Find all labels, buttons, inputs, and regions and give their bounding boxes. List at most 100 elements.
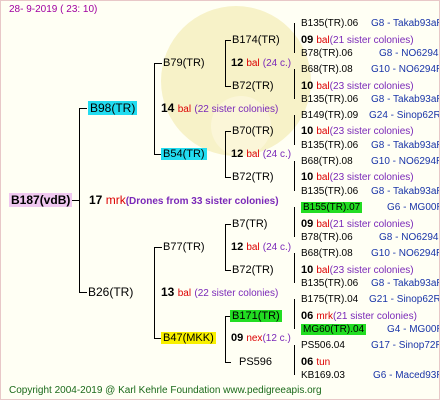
gen4-code: G8 - NO6294R	[379, 232, 440, 243]
gen4-code: G6 - Maced93R	[373, 370, 440, 381]
queen-b72-b[interactable]: B72(TR)	[232, 170, 274, 184]
gen4-row[interactable]: B68(TR).08	[301, 63, 353, 77]
gen3-b2-label: B72(TR)	[232, 171, 274, 183]
queen-b72-c[interactable]: B72(TR)	[232, 263, 274, 277]
gen4-row[interactable]: B68(TR).08	[301, 155, 353, 169]
gen3-d2-label: PS596	[239, 356, 273, 368]
connector	[225, 40, 226, 87]
date-stamp: 28- 9-2019 ( 23: 10)	[9, 4, 98, 15]
gen4-row[interactable]: B135(TR).06	[301, 17, 358, 31]
gen2-a-label: B79(TR)	[163, 57, 205, 69]
gen3-c2-note: (23 sister colonies)	[329, 265, 414, 276]
gen1-top-note: (22 sister colonies)	[194, 104, 279, 115]
connector	[79, 108, 87, 109]
gen4-label: B68(TR).08	[301, 248, 353, 259]
gen3-a2-num: 10	[301, 80, 314, 92]
gen4-label: B135(TR).06	[301, 94, 359, 105]
gen4-row[interactable]: PS506.04	[301, 339, 345, 353]
gen4-row[interactable]: B135(TR).06	[301, 93, 358, 107]
gen4-row[interactable]: B175(TR).04	[301, 293, 358, 307]
gen1-bot-info: 13 bal (22 sister colonies)	[161, 285, 278, 301]
gen4-code: G8 - Takab93aR	[371, 94, 440, 105]
gen2-b-num: 12	[231, 148, 244, 160]
connector	[79, 292, 87, 293]
gen2-d-note: (12 c.)	[262, 333, 291, 344]
gen3-d1-num: 06	[301, 310, 314, 322]
gen2-c-note: (24 c.)	[262, 242, 292, 253]
gen3-c2-label: B72(TR)	[232, 264, 274, 276]
connector	[294, 299, 295, 329]
gen2-b-note: (24 c.)	[262, 149, 292, 160]
gen4-row[interactable]: B155(TR).07	[301, 201, 363, 215]
gen1-bot-mark: bal	[177, 288, 192, 299]
gen3-d1-info: 06 mrk(21 sister colonies)	[301, 309, 417, 324]
gen4-code: G4 - MG00R	[387, 324, 440, 335]
gen2-d-label: B47(MKK)	[161, 332, 216, 344]
copyright-footer: Copyright 2004-2019 @ Karl Kehrle Founda…	[9, 385, 322, 396]
queen-b98[interactable]: B98(TR)	[88, 101, 138, 115]
gen4-code: G17 - Sinop72R	[371, 340, 440, 351]
connector	[225, 177, 231, 178]
gen3-a1-info: 09 bal(21 sister colonies)	[301, 33, 414, 48]
gen2-b-info: 12 bal (24 c.)	[231, 147, 291, 162]
gen4-code: G8 - NO6294R	[379, 48, 440, 59]
gen3-b1-note: (23 sister colonies)	[329, 126, 414, 137]
gen3-c1-info: 09 bal(21 sister colonies)	[301, 217, 414, 232]
connector	[294, 345, 295, 375]
gen3-a1-mark: bal	[316, 35, 330, 46]
gen4-row[interactable]: B78(TR).06	[301, 231, 353, 245]
gen3-b1-info: 10 bal(23 sister colonies)	[301, 124, 414, 139]
gen4-row[interactable]: B135(TR).06	[301, 139, 358, 153]
gen4-label: B135(TR).06	[301, 140, 359, 151]
queen-b174[interactable]: B174(TR)	[232, 33, 280, 47]
gen4-row[interactable]: B68(TR).08	[301, 247, 353, 261]
connector	[154, 63, 162, 64]
gen4-label: B149(TR).09	[301, 110, 359, 121]
gen4-row[interactable]: MG60(TR).04	[301, 323, 367, 337]
gen3-b1-mark: bal	[316, 126, 330, 137]
gen4-row[interactable]: B135(TR).06	[301, 185, 358, 199]
gen3-b2-note: (23 sister colonies)	[329, 172, 414, 183]
root-queen[interactable]: B187(vdB)	[9, 193, 73, 207]
queen-b171[interactable]: B171(TR)	[230, 309, 282, 323]
gen1-top-info: 14 bal (22 sister colonies)	[161, 101, 278, 117]
gen3-d1-note: (21 sister colonies)	[332, 311, 417, 322]
queen-b79[interactable]: B79(TR)	[163, 56, 205, 70]
gen3-b1-num: 10	[301, 125, 314, 137]
queen-ps596[interactable]: PS596	[239, 355, 272, 369]
gen3-d2-info: 06 tun	[301, 355, 330, 370]
gen4-row[interactable]: B78(TR).06	[301, 47, 353, 61]
gen3-c2-num: 10	[301, 264, 314, 276]
gen4-row[interactable]: KB169.03	[301, 369, 345, 383]
gen4-code: G21 - Sinop62R	[369, 294, 440, 305]
gen4-code: G8 - Takab93aR	[371, 18, 440, 29]
connector	[225, 224, 226, 271]
gen3-c1-note: (21 sister colonies)	[329, 219, 414, 230]
gen2-c-info: 12 bal (24 c.)	[231, 240, 291, 255]
gen4-code: G8 - Takab93aR	[371, 140, 440, 151]
gen4-label: B135(TR).06	[301, 18, 359, 29]
root-num: 17	[89, 193, 103, 207]
gen3-c1-num: 09	[301, 218, 314, 230]
gen4-label: PS506.04	[301, 340, 345, 351]
queen-b26[interactable]: B26(TR)	[88, 285, 133, 299]
gen4-label: B78(TR).06	[301, 48, 353, 59]
connector	[225, 40, 231, 41]
queen-b70[interactable]: B70(TR)	[232, 124, 274, 138]
queen-b54[interactable]: B54(TR)	[161, 147, 207, 161]
gen2-b-mark: bal	[246, 149, 260, 160]
connector	[225, 131, 226, 178]
gen4-row[interactable]: B149(TR).09	[301, 109, 358, 123]
queen-b77[interactable]: B77(TR)	[163, 240, 205, 254]
gen4-row[interactable]: B135(TR).06	[301, 277, 358, 291]
queen-b72-a[interactable]: B72(TR)	[232, 79, 274, 93]
gen2-d-info: 09 nex(12 c.)	[231, 331, 291, 346]
queen-b7[interactable]: B7(TR)	[232, 217, 267, 231]
connector	[294, 115, 295, 145]
gen1-bot-label: B26(TR)	[88, 285, 134, 299]
gen3-d1-mark: mrk	[316, 311, 333, 322]
gen3-b2-mark: bal	[316, 172, 330, 183]
connector	[154, 247, 162, 248]
connector	[225, 224, 231, 225]
queen-b47[interactable]: B47(MKK)	[161, 331, 216, 345]
